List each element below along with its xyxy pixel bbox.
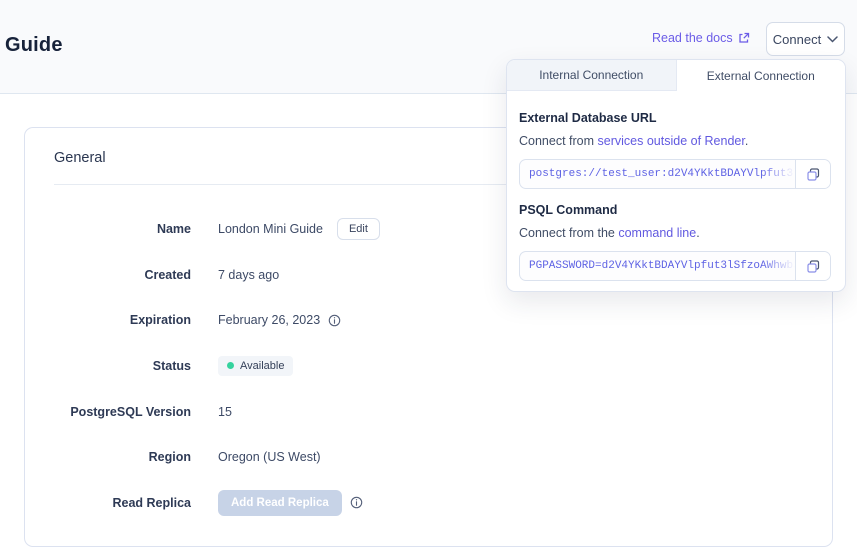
row-expiration-value: February 26, 2023 [218,313,320,327]
status-badge: Available [218,356,293,376]
row-region-label: Region [25,450,191,464]
command-line-link[interactable]: command line [618,226,696,240]
connect-button-label: Connect [773,32,821,47]
add-read-replica-button[interactable]: Add Read Replica [218,490,342,516]
description-text: . [696,226,699,240]
external-database-url-field-group: postgres://test_user:d2V4YKktBDAYVlpfut3… [519,159,831,189]
read-replica-info-icon[interactable] [350,496,363,509]
row-expiration-label: Expiration [25,313,191,327]
general-card-title: General [54,150,106,166]
external-connection-content: External Database URL Connect from servi… [507,91,845,281]
row-status-label: Status [25,359,191,373]
page-title: Guide [5,34,63,57]
connect-button[interactable]: Connect [766,22,845,56]
copy-icon [806,167,821,182]
row-status: Status Available [25,343,585,389]
description-text: . [745,134,748,148]
external-link-icon [738,32,750,44]
connect-dropdown-panel: Internal Connection External Connection … [506,59,846,292]
edit-name-button[interactable]: Edit [337,218,380,240]
services-outside-render-link[interactable]: services outside of Render [598,134,745,148]
row-postgres-version-value: 15 [218,405,232,419]
tab-internal-connection[interactable]: Internal Connection [507,60,677,91]
copy-icon [806,259,821,274]
tab-external-connection[interactable]: External Connection [677,60,846,91]
psql-command-heading: PSQL Command [519,203,831,217]
external-database-url-value[interactable]: postgres://test_user:d2V4YKktBDAYVlpfut3… [520,160,795,188]
status-badge-label: Available [240,360,284,372]
copy-external-url-button[interactable] [795,160,830,188]
row-postgres-version-label: PostgreSQL Version [25,405,191,419]
row-name-label: Name [25,222,191,236]
row-region-value: Oregon (US West) [218,450,321,464]
read-the-docs-label: Read the docs [652,31,733,45]
row-postgres-version: PostgreSQL Version 15 [25,389,585,435]
psql-command-field-group: PGPASSWORD=d2V4YKktBDAYVlpfut3lSfzoAWhwb… [519,251,831,281]
row-region: Region Oregon (US West) [25,434,585,480]
external-database-url-description: Connect from services outside of Render. [519,134,831,148]
read-the-docs-link[interactable]: Read the docs [652,31,750,45]
row-created-value: 7 days ago [218,268,279,282]
row-name: Name London Mini Guide Edit [25,206,585,252]
chevron-down-icon [827,36,838,43]
row-read-replica-label: Read Replica [25,496,191,510]
description-text: Connect from the [519,226,618,240]
general-rows: Name London Mini Guide Edit Created 7 da… [25,206,585,526]
row-name-value: London Mini Guide [218,222,323,236]
row-expiration: Expiration February 26, 2023 [25,297,585,343]
row-read-replica: Read Replica Add Read Replica [25,480,585,526]
expiration-info-icon[interactable] [328,314,341,327]
external-database-url-heading: External Database URL [519,111,831,125]
psql-command-value[interactable]: PGPASSWORD=d2V4YKktBDAYVlpfut3lSfzoAWhwb… [520,252,795,280]
row-created: Created 7 days ago [25,252,585,298]
status-dot-icon [227,362,234,369]
connection-tabs: Internal Connection External Connection [507,60,845,91]
psql-command-description: Connect from the command line. [519,226,831,240]
copy-psql-command-button[interactable] [795,252,830,280]
description-text: Connect from [519,134,598,148]
row-created-label: Created [25,268,191,282]
